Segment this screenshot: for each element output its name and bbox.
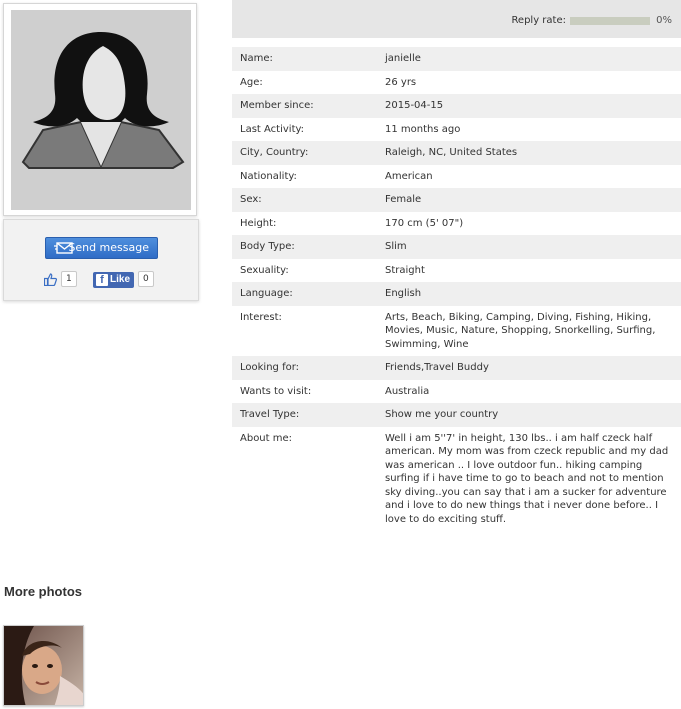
profile-field-value: Friends,Travel Buddy	[385, 362, 489, 373]
profile-row: Last Activity: 11 months ago	[232, 118, 681, 142]
profile-photo	[11, 10, 191, 210]
facebook-like-label: Like	[110, 274, 131, 285]
profile-actions-panel: Send message 1 f Like 0	[3, 219, 199, 301]
profile-field-value: Well i am 5''7' in height, 130 lbs.. i a…	[385, 432, 669, 525]
profile-field-value: 2015-04-15	[385, 100, 444, 111]
profile-row: Sexuality: Straight	[232, 259, 681, 283]
profile-row: Travel Type: Show me your country	[232, 403, 681, 427]
profile-field-label: City, Country:	[240, 147, 309, 158]
envelope-icon	[54, 242, 73, 254]
profile-row: Age: 26 yrs	[232, 71, 681, 95]
profile-field-value: Raleigh, NC, United States	[385, 147, 518, 158]
profile-field-value: 170 cm (5' 07")	[385, 217, 464, 229]
profile-field-value: Arts, Beach, Biking, Camping, Diving, Fi…	[385, 311, 656, 350]
female-silhouette-icon	[11, 10, 191, 210]
profile-row: Name: janielle	[232, 47, 681, 71]
reply-rate-percent: 0%	[656, 15, 672, 26]
profile-field-label: Name:	[240, 53, 273, 64]
facebook-like-count: 0	[138, 271, 154, 287]
profile-field-value: Australia	[385, 385, 430, 397]
profile-field-label: Last Activity:	[240, 123, 305, 135]
profile-field-label: Travel Type:	[240, 409, 300, 420]
thumbs-up-icon[interactable]	[44, 273, 57, 286]
profile-row: Body Type: Slim	[232, 235, 681, 259]
like-count: 1	[61, 271, 77, 287]
profile-details-table: Name: janielle Age: 26 yrs Member since: 2015…	[232, 47, 681, 531]
profile-field-value: American	[385, 170, 433, 182]
profile-field-label: Nationality:	[240, 170, 297, 182]
profile-field-value: 11 months ago	[385, 123, 461, 135]
profile-field-label: Height:	[240, 217, 277, 229]
profile-field-value: Slim	[385, 241, 407, 252]
profile-field-value: Show me your country	[385, 409, 499, 420]
profile-row: Nationality: American	[232, 165, 681, 189]
profile-row: Looking for: Friends,Travel Buddy	[232, 356, 681, 380]
profile-field-label: Looking for:	[240, 362, 300, 373]
photo-thumbnail-image	[4, 626, 83, 705]
facebook-icon: f	[96, 274, 108, 286]
profile-field-label: Sexuality:	[240, 264, 289, 276]
profile-field-value: Female	[385, 194, 422, 205]
profile-field-label: Sex:	[240, 194, 262, 205]
profile-field-value: English	[385, 288, 422, 299]
reply-rate-bar: Reply rate: 0%	[232, 0, 681, 38]
profile-field-label: Age:	[240, 76, 263, 88]
more-photos-title: More photos	[4, 584, 82, 599]
profile-row: Interest: Arts, Beach, Biking, Camping, D…	[232, 306, 681, 357]
profile-field-label: Member since:	[240, 100, 314, 111]
send-message-button[interactable]: Send message	[45, 237, 158, 259]
profile-field-label: Wants to visit:	[240, 385, 312, 397]
profile-field-value: Straight	[385, 264, 425, 276]
profile-field-label: Interest:	[240, 311, 282, 323]
profile-row: Wants to visit: Australia	[232, 380, 681, 404]
profile-field-value: janielle	[385, 53, 421, 64]
send-message-label: Send message	[68, 241, 149, 254]
profile-row: Member since: 2015-04-15	[232, 94, 681, 118]
profile-row: About me: Well i am 5''7' in height, 130 …	[232, 427, 681, 532]
profile-photo-frame	[3, 3, 197, 216]
profile-field-label: About me:	[240, 432, 293, 444]
profile-field-label: Body Type:	[240, 241, 295, 252]
profile-row: Height: 170 cm (5' 07")	[232, 212, 681, 236]
profile-row: City, Country: Raleigh, NC, United States	[232, 141, 681, 165]
reply-rate-label: Reply rate:	[511, 15, 566, 26]
profile-field-label: Language:	[240, 288, 293, 299]
profile-row: Sex: Female	[232, 188, 681, 212]
profile-field-value: 26 yrs	[385, 76, 417, 88]
reply-rate-meter	[570, 17, 650, 25]
more-photos-thumbnail[interactable]	[3, 625, 84, 706]
profile-row: Language: English	[232, 282, 681, 306]
facebook-like-button[interactable]: f Like	[93, 272, 134, 288]
